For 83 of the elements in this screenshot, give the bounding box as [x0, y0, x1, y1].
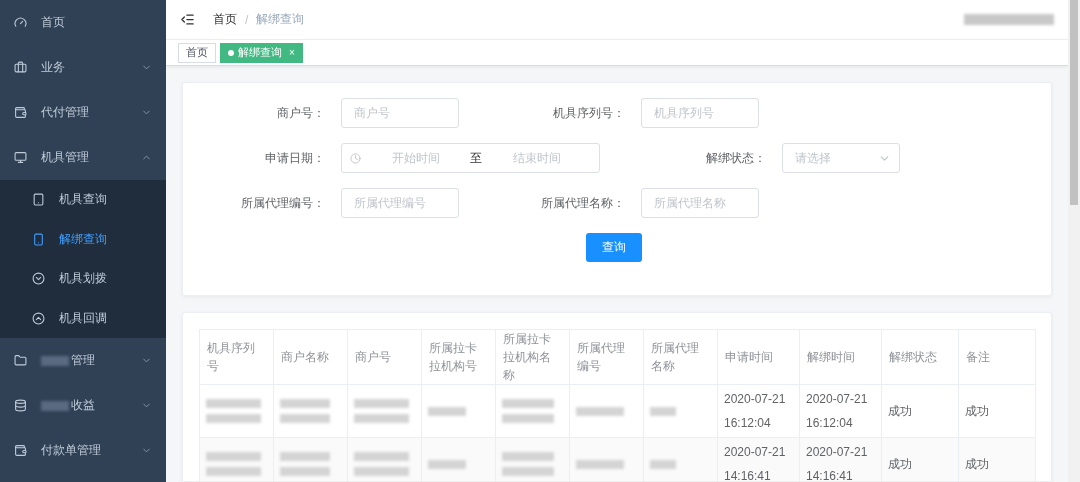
blurred-text	[354, 467, 409, 476]
field-label: 机具序列号：	[552, 104, 625, 122]
tablet-icon	[32, 193, 45, 207]
column-header: 所属拉卡拉机构名称	[495, 329, 570, 385]
menu-icon[interactable]	[180, 12, 195, 27]
blurred-text	[354, 414, 409, 423]
table-cell: 成功	[881, 437, 959, 481]
blurred-text	[650, 459, 676, 469]
blurred-text	[206, 414, 261, 423]
blurred-text	[280, 399, 330, 408]
table-cell: 2020-07-21 14:16:41	[799, 437, 882, 481]
column-header: 所属拉卡拉机构号	[421, 329, 496, 385]
blurred-text	[41, 400, 69, 411]
scrollbar[interactable]	[1068, 0, 1080, 482]
menu-item[interactable]: 机具管理	[0, 135, 166, 180]
blurred-text	[354, 452, 409, 461]
blurred-text	[428, 459, 466, 469]
column-header: 解绑时间	[799, 329, 882, 385]
table-cell: 2020-07-21 14:16:41	[717, 437, 800, 481]
clock-icon	[350, 152, 361, 164]
blurred-text	[280, 467, 330, 476]
table-cell: 成功	[881, 384, 959, 438]
database-icon	[14, 399, 27, 412]
field-label: 解绑状态：	[705, 149, 766, 167]
table-cell: 成功	[958, 384, 1036, 438]
chevron-circle-icon	[32, 272, 45, 286]
submenu-item[interactable]: 机具查询	[0, 180, 166, 220]
input-field[interactable]: 机具序列号	[641, 98, 759, 128]
blurred-text	[206, 399, 261, 408]
blurred-text	[280, 414, 330, 423]
field-label: 所属代理编号：	[240, 194, 325, 212]
blurred-text	[428, 406, 466, 416]
table-cell: 2020-07-21 16:12:04	[717, 384, 800, 438]
blurred-text	[576, 459, 624, 469]
gauge-icon	[14, 16, 27, 29]
menu-item[interactable]: 代付管理	[0, 90, 166, 135]
column-header: 备注	[958, 329, 1036, 385]
submenu-item[interactable]: 机具划拨	[0, 259, 166, 299]
breadcrumb-separator: /	[245, 12, 249, 27]
column-header: 所属代理名称	[643, 329, 718, 385]
folder-icon	[14, 354, 27, 367]
column-header: 机具序列号	[199, 329, 274, 385]
column-header: 解绑状态	[881, 329, 959, 385]
submenu-item[interactable]: 解绑查询	[0, 219, 166, 259]
blurred-text	[502, 452, 554, 461]
menu-item[interactable]: 收益	[0, 383, 166, 428]
breadcrumb-item: 解绑查询	[256, 11, 305, 28]
input-field[interactable]: 所属代理名称	[641, 188, 759, 218]
date-range-field[interactable]: 开始时间 至 结束时间	[341, 143, 600, 173]
column-header: 所属代理编号	[569, 329, 644, 385]
column-header: 商户号	[347, 329, 422, 385]
menu-item[interactable]: 首页	[0, 0, 166, 45]
wallet-icon	[14, 106, 27, 119]
column-header: 申请时间	[717, 329, 800, 385]
menu-item[interactable]: 业务	[0, 45, 166, 90]
table-cell: 成功	[958, 437, 1036, 481]
blurred-text	[502, 414, 554, 423]
blurred-text	[206, 467, 261, 476]
briefcase-icon	[14, 61, 27, 74]
wallet-icon	[14, 444, 27, 457]
tab[interactable]: 首页	[178, 42, 216, 63]
field-label: 商户号：	[276, 104, 325, 122]
blurred-text	[576, 406, 624, 416]
blurred-text	[502, 467, 554, 476]
breadcrumb-item[interactable]: 首页	[213, 11, 237, 28]
blurred-text	[280, 452, 330, 461]
column-header: 商户名称	[273, 329, 348, 385]
chevron-circle-icon	[32, 311, 45, 325]
field-label: 所属代理名称：	[540, 194, 625, 212]
dot-icon	[228, 49, 234, 56]
blurred-text	[354, 399, 409, 408]
submenu-item[interactable]: 机具回调	[0, 298, 166, 338]
phone-icon	[32, 232, 45, 246]
blurred-text	[650, 406, 676, 416]
blurred-text	[206, 452, 261, 461]
menu-item[interactable]: 付款单管理	[0, 428, 166, 473]
menu-item[interactable]: 管理	[0, 338, 166, 383]
table-cell: 2020-07-21 16:12:04	[799, 384, 882, 438]
blurred-text	[502, 399, 554, 408]
monitor-icon	[14, 151, 27, 164]
field-label: 申请日期：	[264, 149, 325, 167]
blurred-text	[41, 355, 69, 366]
input-field[interactable]: 商户号	[341, 98, 459, 128]
